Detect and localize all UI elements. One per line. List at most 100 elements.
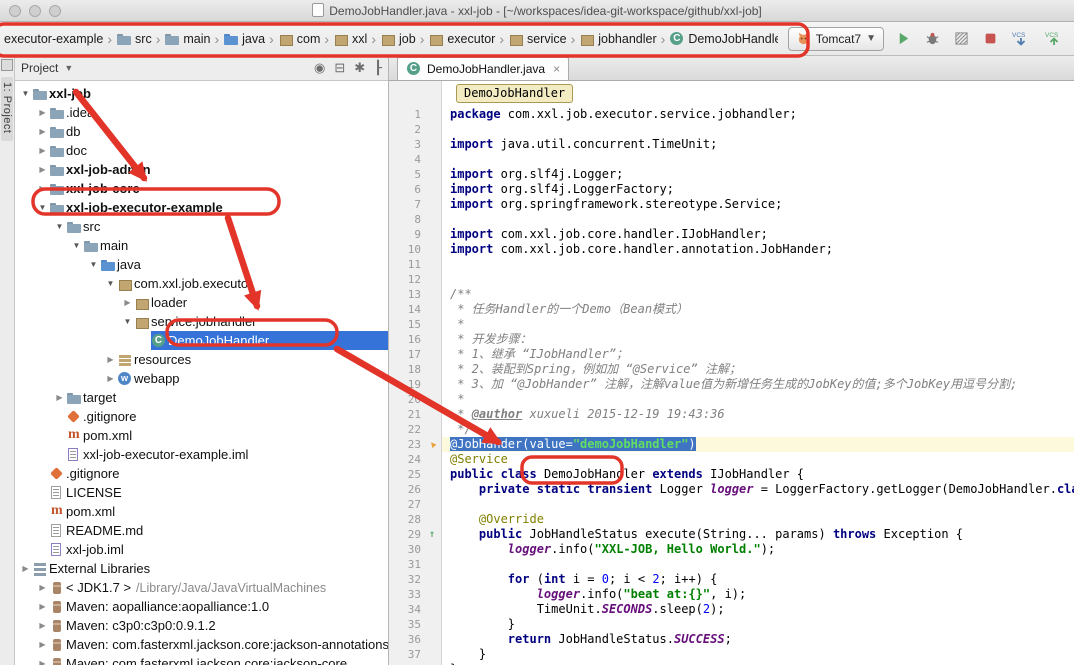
line-number[interactable]: 24 [389,452,426,467]
close-window-button[interactable] [9,5,21,17]
tree-item[interactable]: pom.xml [15,502,388,521]
locate-icon[interactable]: ◉ [314,60,325,76]
chevron-expanded-icon[interactable]: ▼ [121,317,134,326]
breadcrumb-item[interactable]: job [378,30,418,48]
breadcrumb-item[interactable]: xxl [331,30,369,48]
tab-demojobhandler[interactable]: DemoJobHandler.java × [397,57,569,80]
debug-button[interactable] [922,29,942,49]
line-number[interactable]: 3 [389,137,426,152]
code-line[interactable]: 18 * 2、装配到Spring，例如加 “@Service” 注解； [389,362,1074,377]
line-number[interactable]: 10 [389,242,426,257]
code-line[interactable]: 36 return JobHandleStatus.SUCCESS; [389,632,1074,647]
tree-item[interactable]: pom.xml [15,426,388,445]
code-line[interactable]: 20 * [389,392,1074,407]
line-number[interactable]: 9 [389,227,426,242]
chevron-collapsed-icon[interactable]: ▶ [121,298,134,307]
code-line[interactable]: 26 private static transient Logger logge… [389,482,1074,497]
tree-item[interactable]: .gitignore [15,464,388,483]
code-line[interactable]: 33 logger.info("beat at:{}", i); [389,587,1074,602]
tree-item[interactable]: xxl-job-executor-example.iml [15,445,388,464]
code-line[interactable]: 27 [389,497,1074,512]
tree-item[interactable]: ▶db [15,122,388,141]
gear-icon[interactable]: ✱ [354,60,365,76]
chevron-collapsed-icon[interactable]: ▶ [19,564,32,573]
code-line[interactable]: 37 } [389,647,1074,662]
run-configuration-select[interactable]: Tomcat7 ▼ [788,27,884,51]
line-number[interactable]: 4 [389,152,426,167]
code-line[interactable]: 29 public JobHandleStatus execute(String… [389,527,1074,542]
code-line[interactable]: 24@Service [389,452,1074,467]
code-line[interactable]: 23@JobHander(value="demoJobHandler") [389,437,1074,452]
chevron-collapsed-icon[interactable]: ▶ [36,659,49,665]
tree-item[interactable]: ▼xxl-job-executor-example [15,198,388,217]
line-number[interactable]: 6 [389,182,426,197]
line-number[interactable]: 27 [389,497,426,512]
line-number[interactable]: 31 [389,557,426,572]
code-line[interactable]: 15 * [389,317,1074,332]
code-line[interactable]: 28 @Override [389,512,1074,527]
line-number[interactable]: 12 [389,272,426,287]
chevron-expanded-icon[interactable]: ▼ [87,260,100,269]
line-number[interactable]: 5 [389,167,426,182]
line-number[interactable]: 32 [389,572,426,587]
breadcrumb-item[interactable]: com [276,30,323,48]
chevron-expanded-icon[interactable]: ▼ [53,222,66,231]
line-number[interactable]: 36 [389,632,426,647]
chevron-collapsed-icon[interactable]: ▶ [104,374,117,383]
tree-item[interactable]: ▶Maven: aopalliance:aopalliance:1.0 [15,597,388,616]
chevron-expanded-icon[interactable]: ▼ [19,89,32,98]
coverage-button[interactable] [951,29,971,49]
line-number[interactable]: 26 [389,482,426,497]
chevron-collapsed-icon[interactable]: ▶ [36,146,49,155]
line-number[interactable]: 8 [389,212,426,227]
code-line[interactable]: 35 } [389,617,1074,632]
code-line[interactable]: 3import java.util.concurrent.TimeUnit; [389,137,1074,152]
tree-item[interactable]: ▶Maven: com.fasterxml.jackson.core:jacks… [15,635,388,654]
tree-item[interactable]: ▶Maven: com.fasterxml.jackson.core:jacks… [15,654,388,665]
line-number[interactable]: 28 [389,512,426,527]
line-number[interactable]: 17 [389,347,426,362]
code-line[interactable]: 11 [389,257,1074,272]
line-number[interactable]: 34 [389,602,426,617]
chevron-collapsed-icon[interactable]: ▶ [36,184,49,193]
breadcrumb-item[interactable]: jobhandler [577,30,658,48]
tree-item[interactable]: ▶resources [15,350,388,369]
code-line[interactable]: 7import org.springframework.stereotype.S… [389,197,1074,212]
code-line[interactable]: 10import com.xxl.job.core.handler.annota… [389,242,1074,257]
line-number[interactable]: 1 [389,107,426,122]
tree-item[interactable]: .gitignore [15,407,388,426]
line-number[interactable]: 11 [389,257,426,272]
tree-item[interactable]: ▶target [15,388,388,407]
code-line[interactable]: 12 [389,272,1074,287]
line-number[interactable]: 20 [389,392,426,407]
hide-panel-icon[interactable]: ┠ [374,60,382,76]
chevron-collapsed-icon[interactable]: ▶ [36,108,49,117]
line-number[interactable]: 23 [389,437,426,452]
line-number[interactable]: 29 [389,527,426,542]
code-line[interactable]: 32 for (int i = 0; i < 2; i++) { [389,572,1074,587]
chevron-expanded-icon[interactable]: ▼ [104,279,117,288]
tree-item[interactable]: ▼java [15,255,388,274]
zoom-window-button[interactable] [49,5,61,17]
line-number[interactable]: 13 [389,287,426,302]
breadcrumb-item[interactable]: service [506,30,569,48]
editor-element-tag[interactable]: DemoJobHandler [456,84,573,103]
line-number[interactable]: 15 [389,317,426,332]
tree-item[interactable]: ▶xxl-job-admin [15,160,388,179]
tree-item-selected[interactable]: DemoJobHandler [15,331,388,350]
chevron-collapsed-icon[interactable]: ▶ [36,165,49,174]
code-line[interactable]: 17 * 1、继承 “IJobHandler”； [389,347,1074,362]
code-line[interactable]: 21 * @author xuxueli 2015-12-19 19:43:36 [389,407,1074,422]
tree-item[interactable]: README.md [15,521,388,540]
code-line[interactable]: 19 * 3、加 “@JobHander” 注解，注解value值为新增任务生成… [389,377,1074,392]
code-line[interactable]: 2 [389,122,1074,137]
tree-item[interactable]: ▶loader [15,293,388,312]
line-number[interactable]: 16 [389,332,426,347]
tree-item[interactable]: LICENSE [15,483,388,502]
tree-item[interactable]: ▶doc [15,141,388,160]
chevron-collapsed-icon[interactable]: ▶ [36,621,49,630]
code-line[interactable]: 16 * 开发步骤： [389,332,1074,347]
tree-item[interactable]: ▶External Libraries [15,559,388,578]
code-line[interactable]: 30 logger.info("XXL-JOB, Hello World."); [389,542,1074,557]
code-line[interactable]: 9import com.xxl.job.core.handler.IJobHan… [389,227,1074,242]
